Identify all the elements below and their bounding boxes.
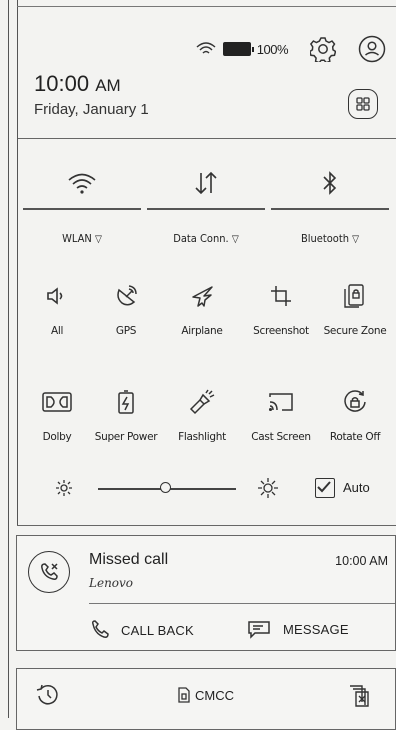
- bluetooth-toggle-line: [271, 208, 389, 210]
- missed-call-notification[interactable]: Missed call Lenovo 10:00 AM CALL BACK ME…: [16, 535, 396, 651]
- screenshot-crop-icon: [271, 286, 291, 306]
- battery-bolt-icon: [118, 390, 134, 414]
- brightness-slider-thumb[interactable]: [160, 482, 171, 493]
- clock-time: 10:00 AM: [34, 71, 121, 96]
- airplane-icon: [192, 286, 213, 307]
- brightness-high-icon: [258, 478, 278, 498]
- user-account-icon[interactable]: [358, 35, 386, 63]
- call-back-button[interactable]: CALL BACK: [89, 619, 194, 641]
- status-row: 100%: [195, 29, 386, 69]
- checkmark-icon: [317, 481, 331, 493]
- notification-time: 10:00 AM: [335, 554, 388, 568]
- sim-card-icon: [178, 687, 190, 703]
- auto-brightness-label: Auto: [343, 480, 370, 495]
- volume-icon: [47, 287, 63, 305]
- tile-cast-screen[interactable]: Cast Screen: [244, 388, 318, 443]
- wlan-toggle-line: [23, 208, 141, 210]
- notification-caller: Lenovo: [89, 576, 134, 590]
- secure-zone-icon: [344, 284, 364, 308]
- missed-call-avatar: [28, 551, 70, 593]
- tile-secure-zone[interactable]: Secure Zone: [318, 282, 392, 337]
- bottom-notification-bar: CMCC: [16, 668, 396, 730]
- message-icon: [248, 621, 270, 639]
- quick-settings-bottom-border: [17, 525, 396, 526]
- auto-brightness-checkbox[interactable]: [315, 478, 335, 498]
- undo-history-icon[interactable]: [35, 682, 61, 708]
- tile-rotate-off[interactable]: Rotate Off: [318, 388, 392, 443]
- data-connection-toggle[interactable]: Data Conn. ▽: [146, 168, 266, 245]
- message-button[interactable]: MESSAGE: [247, 619, 349, 639]
- grid-icon: [356, 97, 370, 111]
- cast-screen-icon: [268, 393, 293, 412]
- chevron-down-icon: ▽: [94, 234, 102, 245]
- missed-call-icon: [41, 563, 58, 580]
- tile-screenshot[interactable]: Screenshot: [244, 282, 318, 337]
- chevron-down-icon: ▽: [352, 234, 360, 245]
- bluetooth-icon: [323, 171, 337, 195]
- dolby-icon: [42, 392, 72, 412]
- app-grid-button[interactable]: [348, 89, 378, 119]
- tile-airplane[interactable]: Airplane: [165, 282, 239, 337]
- flashlight-icon: [189, 389, 215, 415]
- battery-percentage: 100%: [256, 41, 289, 57]
- tile-gps[interactable]: GPS: [89, 282, 163, 337]
- tile-dolby[interactable]: Dolby: [20, 388, 94, 443]
- notification-divider: [89, 603, 395, 604]
- battery-indicator: 100%: [222, 41, 289, 57]
- status-header: 100% 10:00 AM Friday, January 1: [18, 7, 396, 137]
- rotate-lock-icon: [344, 390, 366, 412]
- gps-satellite-icon: [117, 285, 137, 306]
- clear-all-notifications-icon[interactable]: [347, 682, 373, 708]
- phone-icon: [92, 620, 109, 638]
- bluetooth-dropdown[interactable]: Bluetooth ▽: [270, 232, 390, 245]
- carrier-label: CMCC: [177, 687, 234, 703]
- clock-date: Friday, January 1: [34, 101, 149, 118]
- tile-sound[interactable]: All: [20, 282, 94, 337]
- tile-super-power[interactable]: Super Power: [89, 388, 163, 443]
- wlan-toggle[interactable]: WLAN ▽: [22, 168, 142, 245]
- data-arrows-icon: [195, 171, 217, 195]
- tile-flashlight[interactable]: Flashlight: [165, 388, 239, 443]
- header-divider: [18, 138, 396, 139]
- frame-edge: [8, 0, 9, 718]
- data-toggle-line: [147, 208, 265, 210]
- wifi-icon: [68, 173, 96, 194]
- wifi-signal-icon: [196, 42, 216, 54]
- brightness-low-icon: [56, 480, 72, 496]
- wlan-dropdown[interactable]: WLAN ▽: [22, 232, 142, 245]
- notification-title: Missed call: [89, 551, 169, 568]
- data-conn-dropdown[interactable]: Data Conn. ▽: [146, 232, 266, 245]
- battery-icon: [222, 42, 251, 56]
- chevron-down-icon: ▽: [231, 234, 239, 245]
- bluetooth-toggle[interactable]: Bluetooth ▽: [270, 168, 390, 245]
- settings-gear-icon[interactable]: [310, 36, 336, 62]
